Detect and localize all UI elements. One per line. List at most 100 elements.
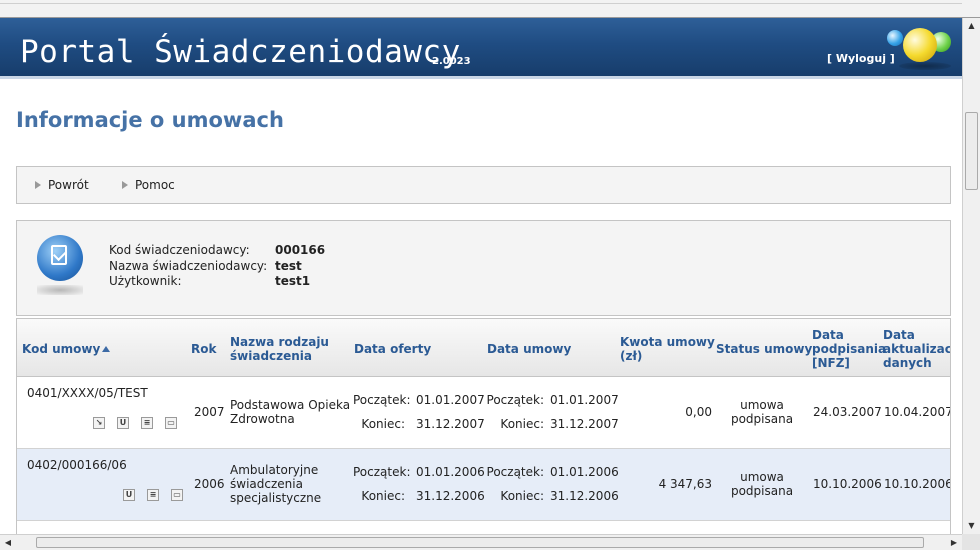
row-actions: ↘ U ≡ ▭	[93, 417, 177, 429]
offer-end-date: 31.12.2006	[416, 489, 485, 503]
contract-code: 0402/000166/06	[27, 458, 127, 472]
column-header-aktualizacji-line2: aktualizacji	[883, 342, 950, 356]
column-header-kod-umowy-label: Kod umowy	[22, 342, 101, 356]
contract-start-label: Początek:	[486, 465, 544, 479]
column-header-podpisania-line2: podpisania	[812, 342, 887, 356]
help-link[interactable]: Pomoc	[122, 178, 175, 192]
u-icon[interactable]: U	[123, 489, 135, 501]
scrollbar-corner	[962, 534, 980, 550]
app-title: Portal Świadczeniodawcy	[20, 34, 461, 70]
contract-end-label: Koniec:	[500, 489, 544, 503]
column-header-data-podpisania[interactable]: Data podpisania [NFZ]	[812, 328, 886, 370]
contract-status: umowa podpisana	[717, 398, 807, 426]
column-header-kwota-line1: Kwota umowy	[620, 335, 715, 349]
offer-start-label: Początek:	[353, 393, 411, 407]
table-row: 0401/XXXX/05/TEST ↘ U ≡ ▭ 2007 Podstawow…	[17, 377, 951, 449]
app-version: 2.0023	[432, 56, 471, 67]
column-header-kwota[interactable]: Kwota umowy (zł)	[620, 335, 715, 363]
column-header-podpisania-line3: [NFZ]	[812, 356, 850, 370]
offer-start-label: Początek:	[353, 465, 411, 479]
provider-code-label: Kod świadczeniodawcy:	[109, 243, 250, 257]
column-header-data-aktualizacji[interactable]: Data aktualizacji danych	[883, 328, 950, 370]
column-header-data-oferty[interactable]: Data oferty	[354, 342, 431, 356]
list-icon[interactable]: ≡	[141, 417, 153, 429]
app-banner: Portal Świadczeniodawcy 2.0023 [ Wyloguj…	[0, 18, 962, 79]
vertical-scroll-thumb[interactable]	[965, 112, 978, 190]
offer-start-date: 01.01.2007	[416, 393, 485, 407]
column-header-kod-umowy[interactable]: Kod umowy	[22, 342, 111, 356]
browser-frame-top	[0, 0, 980, 18]
contract-status-line1: umowa	[740, 470, 784, 484]
column-header-status[interactable]: Status umowy	[716, 342, 812, 356]
contract-start-date: 01.01.2006	[550, 465, 619, 479]
contract-code: 0401/XXXX/05/TEST	[27, 386, 148, 400]
benefit-type-line1: Podstawowa Opieka	[230, 398, 351, 412]
action-toolbar: Powrót Pomoc	[16, 166, 951, 204]
benefit-type-line2: Zdrowotna	[230, 412, 295, 426]
column-header-rok[interactable]: Rok	[191, 342, 216, 356]
export-icon[interactable]: ↘	[93, 417, 105, 429]
benefit-type-line3: specjalistyczne	[230, 491, 322, 505]
contract-status: umowa podpisana	[717, 470, 807, 498]
back-link[interactable]: Powrót	[35, 178, 89, 192]
scroll-left-icon[interactable]: ◀	[0, 535, 16, 550]
column-header-nazwa-line1: Nazwa rodzaju	[230, 335, 329, 349]
benefit-type: Podstawowa Opieka Zdrowotna	[230, 398, 350, 426]
column-header-aktualizacji-line1: Data	[883, 328, 915, 342]
arrow-right-icon	[122, 181, 128, 189]
u-icon[interactable]: U	[117, 417, 129, 429]
monitor-icon[interactable]: ▭	[165, 417, 177, 429]
contract-year: 2007	[194, 405, 225, 419]
contract-status-line1: umowa	[740, 398, 784, 412]
contracts-table: Kod umowy Rok Nazwa rodzaju świadczenia …	[16, 318, 951, 534]
arrow-right-icon	[35, 181, 41, 189]
column-header-podpisania-line1: Data	[812, 328, 844, 342]
contract-end-date: 31.12.2006	[550, 489, 619, 503]
column-header-data-umowy[interactable]: Data umowy	[487, 342, 571, 356]
benefit-type: Ambulatoryjne świadczenia specjalistyczn…	[230, 463, 321, 505]
column-header-nazwa-rodzaju[interactable]: Nazwa rodzaju świadczenia	[230, 335, 329, 363]
horizontal-scroll-thumb[interactable]	[36, 537, 924, 548]
column-header-aktualizacji-line3: danych	[883, 356, 932, 370]
help-link-label: Pomoc	[135, 178, 175, 192]
page-title: Informacje o umowach	[16, 108, 284, 132]
offer-end-date: 31.12.2007	[416, 417, 485, 431]
benefit-type-line2: świadczenia	[230, 477, 303, 491]
signed-date: 24.03.2007	[813, 405, 882, 419]
vertical-scrollbar[interactable]: ▲ ▼	[962, 18, 980, 534]
benefit-type-line1: Ambulatoryjne	[230, 463, 319, 477]
user-value: test1	[275, 274, 311, 288]
contract-end-label: Koniec:	[500, 417, 544, 431]
offer-end-label: Koniec:	[361, 417, 405, 431]
scroll-right-icon[interactable]: ▶	[946, 535, 962, 550]
contract-amount: 0,00	[685, 405, 712, 419]
sort-ascending-icon	[102, 346, 111, 352]
provider-code-value: 000166	[275, 243, 326, 257]
horizontal-scrollbar[interactable]: ◀ ▶	[0, 534, 962, 550]
signed-date: 10.10.2006	[813, 477, 882, 491]
table-header: Kod umowy Rok Nazwa rodzaju świadczenia …	[17, 319, 950, 377]
back-link-label: Powrót	[48, 178, 89, 192]
provider-name-value: test	[275, 259, 302, 273]
contract-year: 2006	[194, 477, 225, 491]
updated-date: 10.04.2007	[884, 405, 951, 419]
contract-amount: 4 347,63	[658, 477, 712, 491]
logo-balls-icon	[885, 24, 957, 74]
contract-end-date: 31.12.2007	[550, 417, 619, 431]
contract-status-line2: podpisana	[730, 484, 794, 498]
column-header-nazwa-line2: świadczenia	[230, 349, 313, 363]
user-label: Użytkownik:	[109, 274, 182, 288]
provider-name-label: Nazwa świadczeniodawcy:	[109, 259, 268, 273]
table-row	[17, 521, 950, 534]
offer-start-date: 01.01.2006	[416, 465, 485, 479]
table-row: 0402/000166/06 U ≡ ▭ 2006 Ambulatoryjne …	[17, 449, 951, 521]
monitor-icon[interactable]: ▭	[171, 489, 183, 501]
contract-start-date: 01.01.2007	[550, 393, 619, 407]
updated-date: 10.10.2006	[884, 477, 951, 491]
column-header-kwota-line2: (zł)	[620, 349, 643, 363]
scroll-up-icon[interactable]: ▲	[963, 18, 980, 34]
document-check-icon	[37, 235, 83, 281]
scroll-down-icon[interactable]: ▼	[963, 518, 980, 534]
list-icon[interactable]: ≡	[147, 489, 159, 501]
row-actions: U ≡ ▭	[123, 489, 183, 501]
